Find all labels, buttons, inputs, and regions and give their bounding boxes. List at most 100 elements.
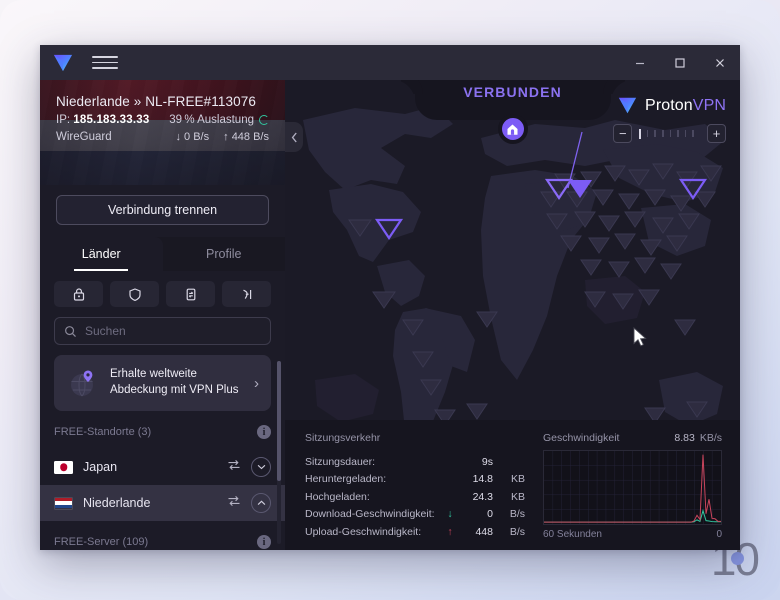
stat-row: Upload-Geschwindigkeit: ↑ 448 B/s bbox=[305, 523, 525, 541]
status-badge: VERBUNDEN bbox=[463, 84, 562, 100]
stat-label: Heruntergeladen: bbox=[305, 473, 387, 486]
vpn-plus-promo-card[interactable]: Erhalte weltweite Abdeckung mit VPN Plus… bbox=[54, 355, 271, 411]
promo-text: Erhalte weltweite Abdeckung mit VPN Plus bbox=[110, 368, 239, 396]
country-name: Japan bbox=[83, 460, 118, 474]
speed-graph-max: 8.83 bbox=[674, 432, 695, 444]
country-row-japan[interactable]: Japan bbox=[40, 449, 285, 485]
stat-row: Sitzungsdauer: 9s bbox=[305, 453, 525, 471]
stat-label: Hochgeladen: bbox=[305, 490, 370, 503]
tor-filter[interactable] bbox=[222, 281, 271, 307]
connection-header: Niederlande » NL-FREE#113076 IP: 185.183… bbox=[40, 80, 285, 185]
map-zoom-controls: − + bbox=[613, 124, 726, 143]
close-icon bbox=[716, 58, 724, 67]
free-servers-label: FREE-Server (109) bbox=[54, 536, 149, 548]
ip-label: IP: bbox=[56, 114, 71, 126]
home-icon bbox=[507, 123, 518, 135]
stat-unit: B/s bbox=[509, 508, 525, 521]
load-ring-icon bbox=[259, 115, 269, 125]
download-arrow-icon: ↓ bbox=[175, 131, 181, 143]
disconnect-button[interactable]: Verbindung trennen bbox=[56, 195, 269, 225]
secure-core-filter[interactable] bbox=[54, 281, 103, 307]
search-box[interactable] bbox=[54, 317, 271, 345]
flag-japan-icon bbox=[54, 460, 73, 474]
swap-arrows-icon[interactable] bbox=[227, 494, 241, 512]
chevron-right-icon: › bbox=[254, 374, 259, 392]
speed-graph-unit: KB/s bbox=[699, 432, 722, 444]
shield-icon bbox=[128, 287, 141, 301]
zoom-slider-handle[interactable] bbox=[639, 128, 641, 139]
collapse-sidebar-button[interactable] bbox=[285, 122, 303, 152]
free-locations-info-icon[interactable]: i bbox=[257, 425, 271, 439]
swap-arrows-icon[interactable] bbox=[227, 458, 241, 476]
stat-value: 9s bbox=[481, 455, 493, 468]
zoom-out-button[interactable]: − bbox=[613, 124, 633, 143]
expand-country-japan-button[interactable] bbox=[251, 457, 271, 477]
speed-graph-title: Geschwindigkeit bbox=[543, 432, 620, 444]
close-button[interactable] bbox=[700, 45, 740, 80]
tab-countries[interactable]: Länder bbox=[40, 237, 163, 271]
stats-panel: Sitzungsverkehr Sitzungsdauer: 9s Herunter… bbox=[285, 420, 740, 550]
sidebar: Niederlande » NL-FREE#113076 IP: 185.183… bbox=[40, 80, 285, 550]
collapse-country-netherlands-button[interactable] bbox=[251, 493, 271, 513]
p2p-filter[interactable] bbox=[166, 281, 215, 307]
filter-row bbox=[40, 271, 285, 315]
protocol-name: WireGuard bbox=[56, 131, 112, 143]
server-load-text: 39 % Auslastung bbox=[169, 114, 254, 126]
stat-row: Heruntergeladen: 14.8 KB bbox=[305, 471, 525, 489]
speed-graph-block: Geschwindigkeit 8.83 KB/s 60 Sekunden 0 bbox=[543, 432, 722, 540]
zoom-slider[interactable] bbox=[636, 128, 703, 139]
watermark-dot bbox=[731, 552, 744, 565]
window-controls bbox=[620, 45, 740, 80]
stat-value: 24.3 bbox=[472, 490, 493, 503]
speed-summary: ↓ 0 B/s ↑ 448 B/s bbox=[175, 131, 269, 143]
maximize-icon bbox=[675, 57, 685, 68]
lock-icon bbox=[73, 287, 84, 301]
speed-graph-x-left: 60 Sekunden bbox=[543, 529, 602, 540]
stat-unit: KB bbox=[510, 473, 525, 486]
map-panel[interactable]: VERBUNDEN ProtonVPN − + Sitzungsverkehr … bbox=[285, 80, 740, 550]
stat-unit: KB bbox=[510, 490, 525, 503]
stat-value: 14.8 bbox=[472, 473, 493, 486]
stat-value: 0 bbox=[487, 508, 493, 521]
stat-unit: B/s bbox=[509, 525, 525, 538]
flag-netherlands-icon bbox=[54, 496, 73, 510]
hamburger-menu-icon[interactable] bbox=[92, 51, 118, 75]
minimize-button[interactable] bbox=[620, 45, 660, 80]
free-servers-group-header: FREE-Server (109) i bbox=[54, 527, 271, 550]
stat-row: Download-Geschwindigkeit: ↓ 0 B/s bbox=[305, 506, 525, 524]
speed-graph-header: Geschwindigkeit 8.83 KB/s bbox=[543, 432, 722, 444]
ip-value: 185.183.33.33 bbox=[73, 114, 150, 126]
country-list[interactable]: Erhalte weltweite Abdeckung mit VPN Plus… bbox=[40, 355, 285, 550]
netshield-filter[interactable] bbox=[110, 281, 159, 307]
chevron-down-icon bbox=[257, 464, 265, 470]
disconnect-section: Verbindung trennen bbox=[40, 185, 285, 237]
connection-ip-row: IP: 185.183.33.33 39 % Auslastung bbox=[56, 114, 269, 126]
globe-pin-icon bbox=[66, 366, 100, 400]
search-section bbox=[40, 315, 285, 355]
home-marker[interactable] bbox=[497, 114, 528, 144]
brand-name: ProtonVPN bbox=[645, 97, 726, 115]
stat-value: 448 bbox=[475, 525, 493, 538]
free-locations-label: FREE-Standorte (3) bbox=[54, 426, 152, 438]
country-list-scrollbar-thumb[interactable] bbox=[277, 361, 281, 481]
free-servers-info-icon[interactable]: i bbox=[257, 535, 271, 549]
stat-label: Download-Geschwindigkeit: bbox=[305, 508, 435, 521]
zoom-in-button[interactable]: + bbox=[707, 124, 726, 143]
brand-name-vpn: VPN bbox=[692, 96, 726, 114]
proton-logo-icon bbox=[53, 54, 73, 71]
title-bar bbox=[40, 45, 740, 80]
speed-graph bbox=[543, 450, 722, 525]
protocol-row: WireGuard ↓ 0 B/s ↑ 448 B/s bbox=[56, 131, 269, 143]
tab-profiles[interactable]: Profile bbox=[162, 237, 285, 271]
speed-graph-axis: 60 Sekunden 0 bbox=[543, 529, 722, 540]
country-row-netherlands[interactable]: Niederlande bbox=[40, 485, 285, 521]
stat-label: Upload-Geschwindigkeit: bbox=[305, 525, 422, 538]
maximize-button[interactable] bbox=[660, 45, 700, 80]
session-traffic-block: Sitzungsverkehr Sitzungsdauer: 9s Herunter… bbox=[305, 432, 525, 540]
window-body: Niederlande » NL-FREE#113076 IP: 185.183… bbox=[40, 80, 740, 550]
search-icon bbox=[65, 325, 76, 337]
stat-arrow-icon: ↑ bbox=[447, 525, 453, 538]
stat-row: Hochgeladen: 24.3 KB bbox=[305, 488, 525, 506]
server-load: 39 % Auslastung bbox=[169, 114, 269, 126]
search-input[interactable] bbox=[85, 324, 261, 338]
